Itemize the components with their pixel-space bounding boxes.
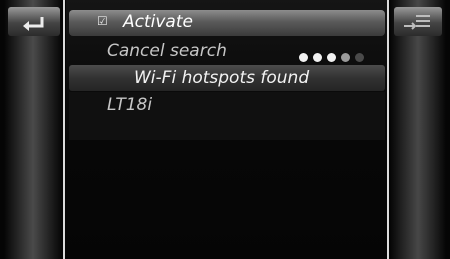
left-sidebar: [4, 0, 62, 259]
options-button[interactable]: [394, 7, 442, 36]
hotspots-found-label: Wi-Fi hotspots found: [134, 68, 310, 88]
cancel-search-label: Cancel search: [107, 41, 227, 61]
progress-dot: [299, 53, 308, 62]
cancel-search-row[interactable]: Cancel search: [69, 38, 385, 64]
progress-dot: [327, 53, 336, 62]
activate-check-icon: ☑: [97, 14, 108, 28]
network-name: LT18i: [107, 95, 153, 115]
network-item[interactable]: LT18i: [69, 92, 385, 118]
search-progress-indicator: [299, 47, 369, 66]
left-divider: [63, 0, 65, 259]
list-options-icon: [404, 15, 430, 30]
progress-dot: [341, 53, 350, 62]
right-divider: [387, 0, 389, 259]
activate-label: Activate: [123, 12, 193, 32]
progress-dot: [313, 53, 322, 62]
navigation-screen: ☑ Activate Cancel search Wi-Fi hotspots …: [0, 0, 450, 259]
wifi-menu: ☑ Activate Cancel search Wi-Fi hotspots …: [66, 0, 388, 259]
network-list: LT18i: [69, 92, 385, 140]
right-sidebar: [390, 0, 446, 259]
back-arrow-icon: [23, 17, 44, 31]
back-button[interactable]: [8, 7, 60, 36]
hotspots-found-heading: Wi-Fi hotspots found: [69, 65, 385, 91]
activate-row[interactable]: ☑ Activate: [69, 10, 385, 36]
progress-dot: [355, 53, 364, 62]
